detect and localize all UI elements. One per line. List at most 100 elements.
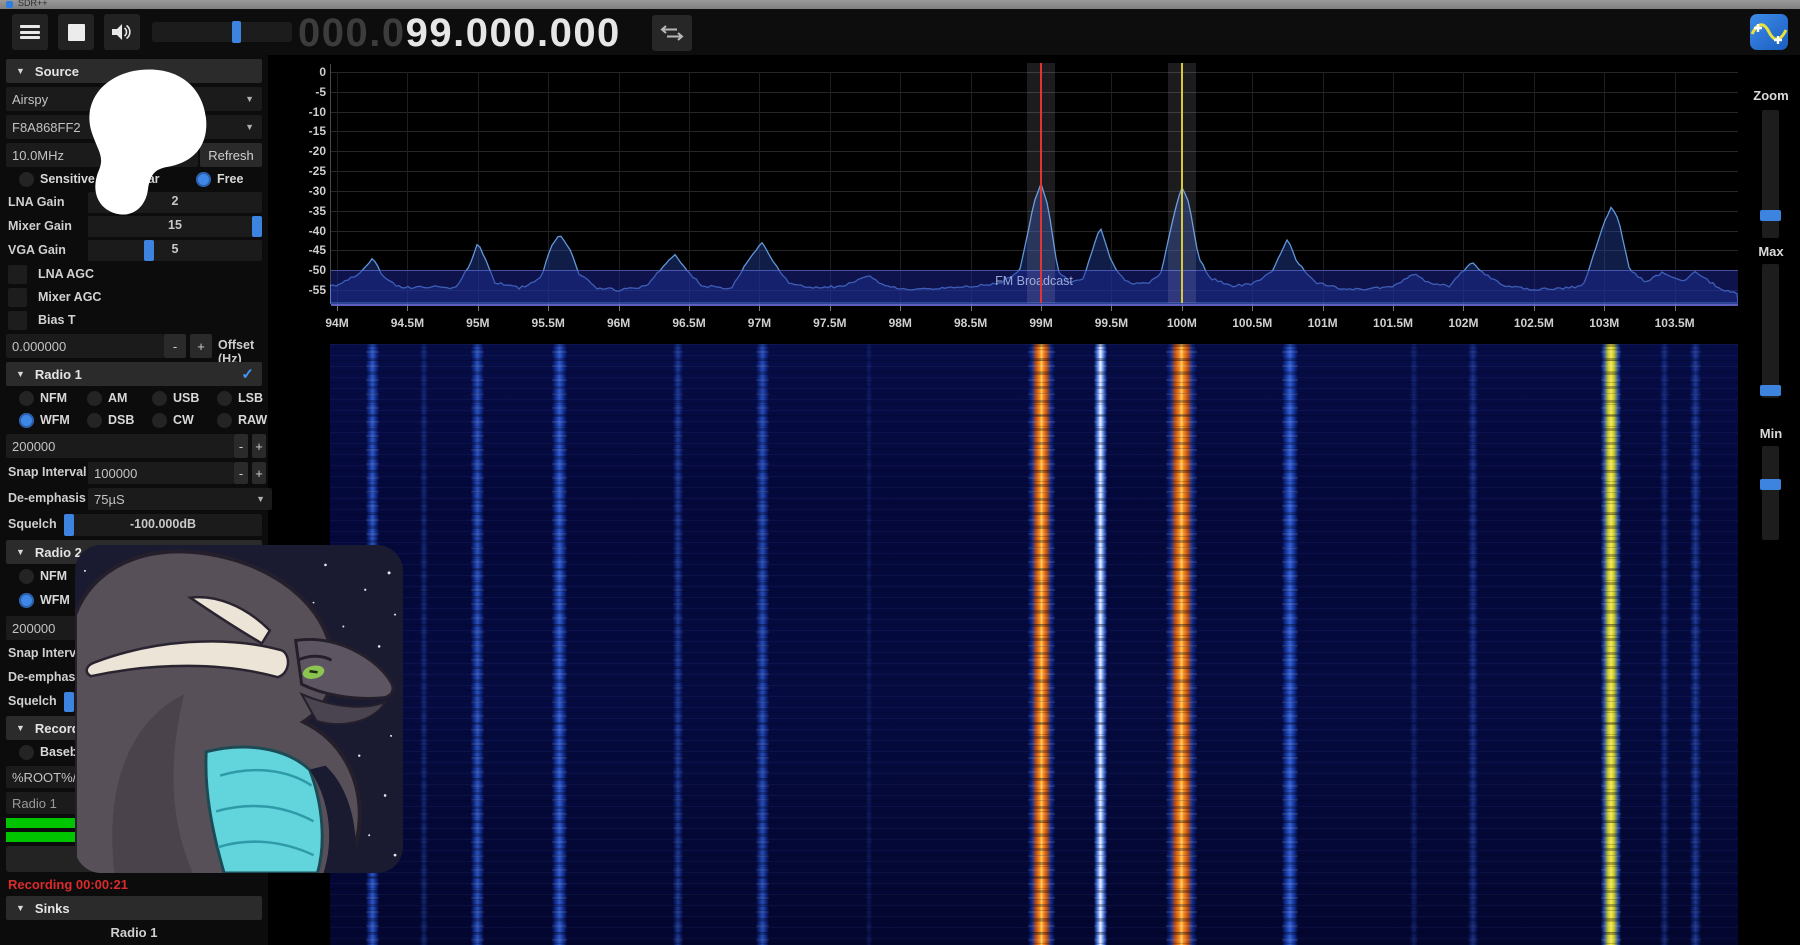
menu-button[interactable] [12,14,48,50]
plus-icon: + [255,439,263,454]
mode-lsb-radio1-label: LSB [238,391,263,405]
x-tick-label: 102M [1433,316,1493,330]
radio1-panel-header[interactable]: ▼ Radio 1 ✓ [6,362,262,386]
plus-icon: + [197,339,205,354]
y-tick-label: -5 [294,85,326,99]
minus-icon: - [239,439,243,454]
min-slider[interactable] [1762,446,1779,540]
offset-value: 0.000000 [12,339,66,354]
waterfall-display[interactable] [330,344,1738,945]
radio1-snap-plus-button[interactable]: + [252,462,266,484]
radio2-vfo-center-line[interactable] [1181,63,1183,303]
x-tick-label: 95M [448,316,508,330]
vfo-swap-button[interactable] [652,15,692,51]
source-device-value: Airspy [12,92,48,107]
frequency-display[interactable]: 000.099.000.000 [298,10,621,56]
radio1-vfo-band[interactable] [1027,63,1055,303]
radio2-squelch-label: Squelch [8,694,57,708]
mode-nfm-radio2-radio[interactable] [19,569,34,584]
x-tick-label: 96.5M [659,316,719,330]
x-tick-label: 100.5M [1222,316,1282,330]
mixer-agc-label: Mixer AGC [38,290,101,304]
lna-gain-label: LNA Gain [8,195,64,209]
source-serial-value: F8A868FF2 [12,120,81,135]
y-tick-label: -30 [294,184,326,198]
sink-stream-name: Radio 1 [0,925,268,940]
radio1-snap-input[interactable]: 100000 [88,462,234,484]
x-tick-label: 98M [870,316,930,330]
mode-usb-radio1-label: USB [173,391,199,405]
volume-slider-handle[interactable] [232,21,241,43]
y-tick-label: -50 [294,263,326,277]
stop-button[interactable] [58,14,94,50]
mixer-agc-checkbox[interactable] [8,288,27,307]
mode-raw-radio1-radio[interactable] [217,413,232,428]
x-tick-label: 103M [1574,316,1634,330]
collapse-triangle-icon: ▼ [16,723,25,733]
mode-wfm-radio1-radio[interactable] [19,413,34,428]
radio1-bandwidth-row: 200000 - + [6,434,262,458]
radio1-vfo-center-line[interactable] [1040,63,1042,303]
mode-wfm-radio2-radio[interactable] [19,593,34,608]
radio1-bw-minus-button[interactable]: - [234,434,248,458]
radio1-deemphasis-select[interactable]: 75µS ▼ [88,488,272,510]
x-tick-label: 94M [307,316,367,330]
radio1-squelch-label: Squelch [8,517,57,531]
x-tick-label: 103.5M [1645,316,1705,330]
dragon-artwork [75,545,403,873]
frequency-dim-digits[interactable]: 000.0 [298,11,406,55]
lna-agc-checkbox[interactable] [8,265,27,284]
radio1-deemphasis-row: De-emphasis 75µS ▼ [6,488,262,510]
radio1-deemphasis-label: De-emphasis [8,491,86,505]
mode-nfm-radio2-label: NFM [40,569,67,583]
collapse-triangle-icon: ▼ [16,66,25,76]
max-slider-handle[interactable] [1760,385,1781,396]
hamburger-icon [20,23,40,42]
offset-input[interactable]: 0.000000 [6,334,164,358]
mode-cw-radio1-label: CW [173,413,194,427]
radio1-snap-minus-button[interactable]: - [234,462,248,484]
sinks-panel-title: Sinks [35,901,70,916]
window-titlebar: SDR++ [0,0,1800,9]
volume-slider[interactable] [152,22,292,42]
chevron-down-icon: ▼ [245,94,254,104]
waterfall-scanlines [330,344,1738,945]
sinks-panel-header[interactable]: ▼ Sinks [6,896,262,920]
y-tick-label: -25 [294,164,326,178]
collapse-triangle-icon: ▼ [16,903,25,913]
mode-wfm-radio2-label: WFM [40,593,70,607]
mode-nfm-radio1-radio[interactable] [19,391,34,406]
mute-button[interactable] [104,14,140,50]
radio1-bw-plus-button[interactable]: + [252,434,266,458]
mode-dsb-radio1-radio[interactable] [87,413,102,428]
record-baseband-radio[interactable] [19,745,34,760]
mode-dsb-radio1-label: DSB [108,413,134,427]
waveform-logo-icon [1750,14,1788,50]
radio1-bandwidth-value: 200000 [12,439,55,454]
offset-plus-button[interactable]: + [190,334,212,358]
radio1-bandwidth-input[interactable]: 200000 [6,434,234,458]
y-tick-label: -45 [294,243,326,257]
zoom-slider-handle[interactable] [1760,210,1781,221]
mode-cw-radio1-radio[interactable] [152,413,167,428]
radio2-vfo-band[interactable] [1168,63,1196,303]
bias-t-label: Bias T [38,313,76,327]
y-tick-label: -20 [294,144,326,158]
minus-icon: - [239,466,243,481]
mode-lsb-radio1-radio[interactable] [217,391,232,406]
vga-gain-slider[interactable]: 5 [88,240,262,261]
sdrpp-logo [1750,14,1788,50]
mode-usb-radio1-radio[interactable] [152,391,167,406]
min-slider-handle[interactable] [1760,479,1781,490]
radio1-squelch-slider[interactable]: -100.000dB [64,514,262,536]
frequency-active-digits[interactable]: 99.000.000 [406,11,621,55]
x-tick-label: 95.5M [518,316,578,330]
offset-minus-button[interactable]: - [164,334,186,358]
mode-am-radio1-radio[interactable] [87,391,102,406]
bias-t-checkbox[interactable] [8,311,27,330]
x-tick-label: 98.5M [941,316,1001,330]
gain-mode-sensitive-radio[interactable] [19,172,34,187]
max-slider[interactable] [1762,264,1779,398]
min-slider-label: Min [1741,426,1800,441]
radio1-enabled-check-icon[interactable]: ✓ [241,365,254,383]
